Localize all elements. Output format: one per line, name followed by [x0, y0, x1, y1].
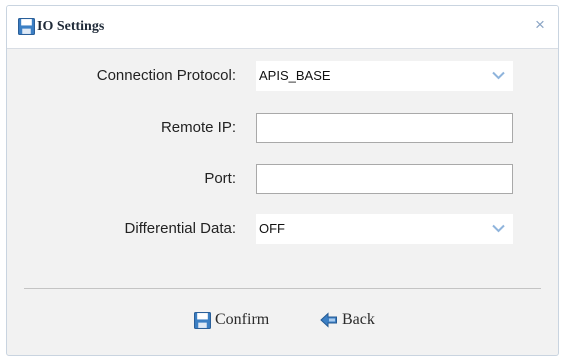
port-field[interactable] — [256, 164, 513, 194]
differential-select[interactable]: OFF — [256, 214, 513, 244]
io-settings-dialog: IO Settings × Connection Protocol: APIS_… — [6, 5, 559, 356]
chevron-down-icon — [492, 224, 505, 233]
dialog-title: IO Settings — [37, 19, 105, 34]
remote-ip-field[interactable] — [256, 113, 513, 143]
differential-label: Differential Data: — [124, 220, 236, 237]
protocol-label: Connection Protocol: — [96, 67, 236, 84]
differential-value: OFF — [259, 221, 285, 236]
protocol-select[interactable]: APIS_BASE — [256, 61, 513, 91]
protocol-value: APIS_BASE — [259, 68, 331, 83]
close-icon: × — [535, 15, 545, 34]
footer-divider — [24, 288, 541, 289]
remote-ip-label: Remote IP: — [160, 119, 236, 136]
port-label: Port: — [204, 170, 236, 187]
save-icon — [194, 311, 211, 329]
port-row: Port: — [7, 164, 558, 194]
confirm-button[interactable]: Confirm — [194, 309, 269, 331]
close-button[interactable]: × — [532, 15, 548, 34]
dialog-titlebar: IO Settings × — [7, 6, 558, 49]
back-button[interactable]: Back — [320, 309, 375, 331]
protocol-row: Connection Protocol: APIS_BASE — [7, 61, 558, 91]
confirm-label: Confirm — [215, 311, 270, 328]
back-label: Back — [342, 311, 375, 328]
remote-ip-input[interactable] — [257, 114, 512, 142]
back-arrow-icon — [320, 312, 337, 328]
remote-ip-row: Remote IP: — [7, 113, 558, 143]
differential-row: Differential Data: OFF — [7, 214, 558, 244]
save-icon — [18, 18, 35, 35]
port-input[interactable] — [257, 165, 512, 193]
chevron-down-icon — [492, 71, 505, 80]
